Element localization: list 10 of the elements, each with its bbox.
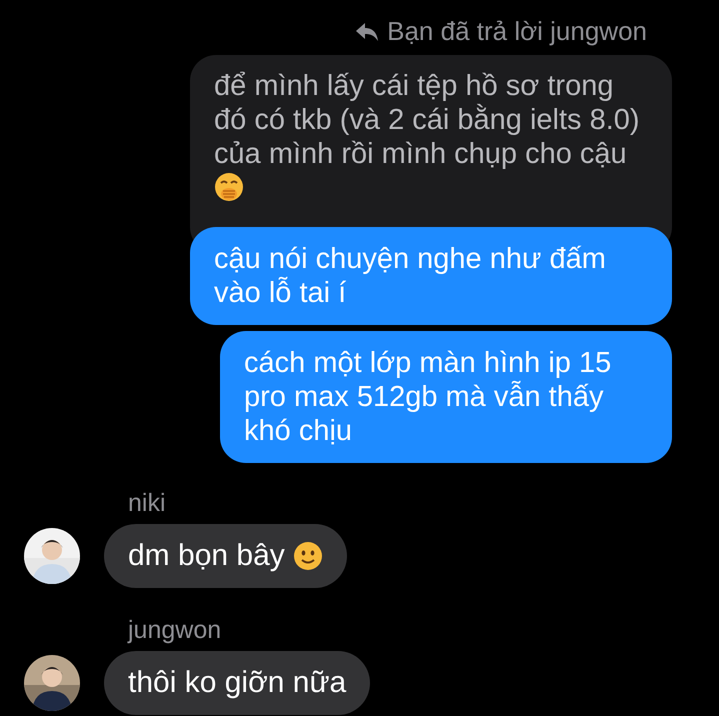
smiling-face-icon (293, 541, 324, 571)
face-with-hand-over-mouth-icon (214, 172, 244, 202)
sent-message: cậu nói chuyện nghe như đấm vào lỗ tai í (190, 227, 672, 325)
received-message: thôi ko giỡn nữa (104, 651, 370, 715)
sender-name: jungwon (126, 616, 222, 645)
sender-name: niki (127, 489, 167, 518)
reply-label: Bạn đã trả lời jungwon (387, 16, 647, 47)
received-message: dm bọn bây (104, 524, 348, 588)
reply-icon (355, 22, 380, 42)
sent-message: cách một lớp màn hình ip 15 pro max 512gb mà vẫn thấy khó chịu (220, 331, 672, 463)
